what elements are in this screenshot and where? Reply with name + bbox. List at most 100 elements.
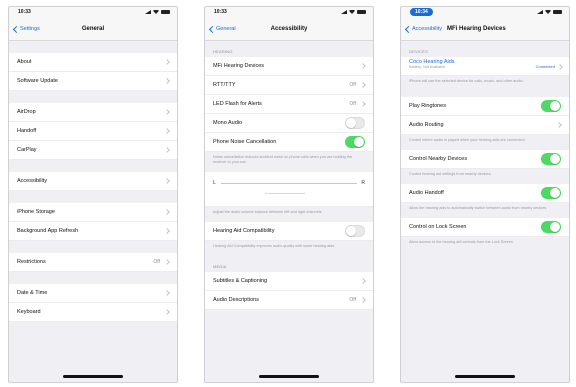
status-icons (145, 10, 170, 14)
row-led-flash[interactable]: LED Flash for Alerts Off (205, 95, 373, 114)
home-indicator[interactable] (455, 375, 515, 378)
row-mono-audio[interactable]: Mono Audio (205, 114, 373, 133)
slider-min-label: L (213, 180, 216, 186)
chevron-right-icon (360, 101, 366, 107)
section-header-devices: DEVICES (409, 49, 428, 54)
chevron-right-icon (164, 178, 170, 184)
row-iphone-storage[interactable]: iPhone Storage (9, 203, 177, 222)
status-bar: 10:33 (205, 7, 373, 20)
battery-icon (357, 10, 366, 14)
row-audio-handoff[interactable]: Audio Handoff (401, 184, 569, 203)
audio-handoff-toggle[interactable] (541, 187, 561, 199)
noise-footer: Noise cancellation reduces ambient noise… (213, 155, 353, 164)
chevron-right-icon (164, 309, 170, 315)
control-nearby-toggle[interactable] (541, 153, 561, 165)
row-subtitles-captioning[interactable]: Subtitles & Captioning (205, 272, 373, 291)
accessibility-screen: 10:33 General Accessibility HEARING MFi … (204, 6, 374, 383)
chevron-right-icon (164, 259, 170, 265)
home-indicator[interactable] (63, 375, 123, 378)
nav-bar: Settings General (9, 20, 177, 41)
battery-icon (161, 10, 170, 14)
row-keyboard[interactable]: Keyboard (9, 303, 177, 322)
general-screen: 10:33 Settings General About Software Up… (8, 6, 178, 383)
chevron-right-icon (360, 297, 366, 303)
section-header-media: MEDIA (213, 264, 227, 269)
status-time: 10:34 (410, 8, 433, 16)
chevron-right-icon (164, 147, 170, 153)
nav-bar: General Accessibility (205, 20, 373, 41)
row-restrictions[interactable]: Restrictions Off (9, 253, 177, 272)
chevron-right-icon (360, 63, 366, 69)
row-accessibility[interactable]: Accessibility (9, 172, 177, 191)
row-carplay[interactable]: CarPlay (9, 141, 177, 160)
row-control-lock-screen[interactable]: Control on Lock Screen (401, 218, 569, 237)
back-label: Accessibility (412, 26, 442, 32)
settings-list: DEVICES Coco Hearing Aids Battery: Not A… (401, 41, 569, 382)
home-indicator[interactable] (259, 375, 319, 378)
balance-slider[interactable] (221, 183, 357, 184)
balance-slider-row: L R (205, 172, 373, 207)
row-audio-routing[interactable]: Audio Routing (401, 116, 569, 135)
status-icons (537, 10, 562, 14)
row-control-nearby-devices[interactable]: Control Nearby Devices (401, 150, 569, 169)
slider-max-label: R (361, 180, 365, 186)
noise-cancellation-toggle[interactable] (345, 136, 365, 148)
control-nearby-footer: Control hearing aid settings from nearby… (409, 172, 492, 176)
chevron-right-icon (164, 59, 170, 65)
row-software-update[interactable]: Software Update (9, 72, 177, 91)
row-play-ringtones[interactable]: Play Ringtones (401, 97, 569, 116)
mfi-hearing-devices-screen: 10:34 Accessibility MFi Hearing Devices … (400, 6, 570, 383)
row-about[interactable]: About (9, 53, 177, 72)
settings-list: HEARING MFi Hearing Devices RTT/TTY Off L… (205, 41, 373, 382)
chevron-left-icon (404, 25, 413, 33)
hac-footer: Hearing Aid Compatibility improves audio… (213, 244, 336, 248)
wifi-icon (153, 10, 159, 14)
play-ringtones-toggle[interactable] (541, 100, 561, 112)
row-airdrop[interactable]: AirDrop (9, 103, 177, 122)
chevron-right-icon (360, 278, 366, 284)
wifi-icon (545, 10, 551, 14)
signal-icon (537, 10, 543, 14)
section-header-hearing: HEARING (213, 49, 233, 54)
battery-icon (553, 10, 562, 14)
row-mfi-hearing-devices[interactable]: MFi Hearing Devices (205, 57, 373, 76)
balance-footer: Adjust the audio volume balance between … (213, 210, 323, 214)
page-title: General (81, 26, 105, 32)
status-time: 10:33 (214, 9, 227, 15)
status-time: 10:33 (18, 9, 31, 15)
chevron-right-icon (360, 82, 366, 88)
device-row[interactable]: Coco Hearing Aids Battery: Not Available… (401, 57, 569, 76)
status-bar: 10:33 (9, 7, 177, 20)
lock-screen-toggle[interactable] (541, 221, 561, 233)
device-status: Connected (535, 64, 555, 69)
row-rtt-tty[interactable]: RTT/TTY Off (205, 76, 373, 95)
status-icons (341, 10, 366, 14)
audio-handoff-footer: Allow the hearing aids to automatically … (409, 206, 548, 210)
row-phone-noise-cancellation[interactable]: Phone Noise Cancellation (205, 133, 373, 152)
page-title: Accessibility (270, 26, 308, 32)
slider-divider (265, 193, 305, 194)
lock-screen-footer: Allow access to the hearing aid controls… (409, 240, 514, 244)
row-handoff[interactable]: Handoff (9, 122, 177, 141)
chevron-right-icon (164, 290, 170, 296)
back-button[interactable]: Accessibility (404, 25, 442, 33)
nav-bar: Accessibility MFi Hearing Devices (401, 20, 569, 41)
hac-toggle[interactable] (345, 225, 365, 237)
row-date-time[interactable]: Date & Time (9, 284, 177, 303)
audio-routing-footer: Control where audio is played when your … (409, 138, 526, 142)
status-bar: 10:34 (401, 7, 569, 20)
settings-list: About Software Update AirDrop Handoff Ca… (9, 41, 177, 382)
row-hearing-aid-compatibility[interactable]: Hearing Aid Compatibility (205, 222, 373, 241)
chevron-right-icon (164, 128, 170, 134)
wifi-icon (349, 10, 355, 14)
page-title: MFi Hearing Devices (447, 26, 506, 32)
signal-icon (341, 10, 347, 14)
device-footer: iPhone will use the selected device for … (409, 79, 524, 83)
signal-icon (145, 10, 151, 14)
row-background-app-refresh[interactable]: Background App Refresh (9, 222, 177, 241)
chevron-right-icon (164, 109, 170, 115)
chevron-right-icon (164, 78, 170, 84)
row-audio-descriptions[interactable]: Audio Descriptions Off (205, 291, 373, 310)
mono-audio-toggle[interactable] (345, 117, 365, 129)
chevron-right-icon (164, 228, 170, 234)
